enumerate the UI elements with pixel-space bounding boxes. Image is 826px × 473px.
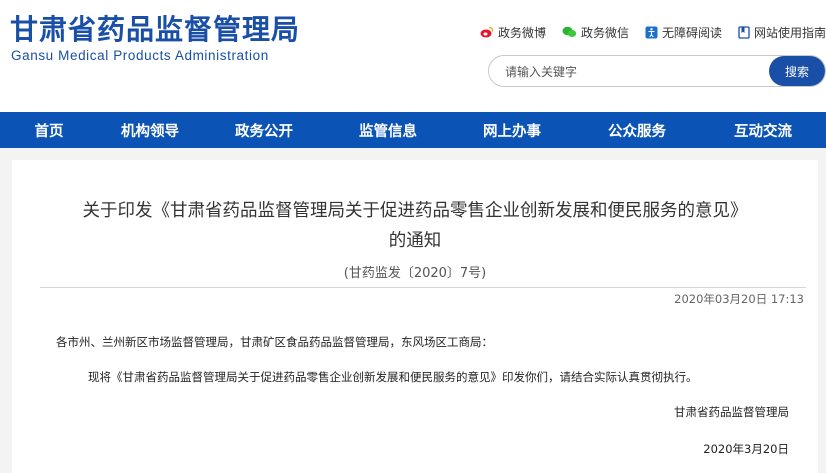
site-logo-cn[interactable]: 甘肃省药品监督管理局 <box>10 8 300 48</box>
article-title: 关于印发《甘肃省药品监督管理局关于促进药品零售企业创新发展和便民服务的意见》 的… <box>12 196 818 256</box>
salutation-text: 各市州、兰州新区市场监督管理局，甘肃矿区食品药品监督管理局，东风场区工商局： <box>56 335 493 349</box>
article-title-line2: 的通知 <box>388 231 442 251</box>
guide-link[interactable]: 网站使用指南 <box>738 24 826 41</box>
publish-time: 2020年03月20日 17:13 <box>674 292 804 306</box>
article-title-line1: 关于印发《甘肃省药品监督管理局关于促进药品零售企业创新发展和便民服务的意见》 <box>82 201 748 221</box>
nav-item-interaction[interactable]: 互动交流 <box>700 112 826 148</box>
accessibility-label: 无障碍阅读 <box>661 25 722 40</box>
nav-item-supervision-info[interactable]: 监管信息 <box>326 112 450 148</box>
nav-item-government-affairs[interactable]: 政务公开 <box>202 112 326 148</box>
site-header: 甘肃省药品监督管理局 Gansu Medical Products Admini… <box>0 0 826 112</box>
weibo-icon <box>480 26 494 38</box>
weibo-label: 政务微博 <box>497 25 546 40</box>
accessibility-icon <box>645 26 658 38</box>
nav-item-leadership[interactable]: 机构领导 <box>98 112 202 148</box>
wechat-label: 政务微信 <box>580 25 629 40</box>
main-nav: 首页 机构领导 政务公开 监管信息 网上办事 公众服务 互动交流 <box>0 112 826 148</box>
top-links: 政务微博 政务微信 无障碍阅读 网站使用指南 <box>480 22 826 42</box>
search-box: 搜索 <box>488 55 826 87</box>
title-divider <box>40 287 806 288</box>
wechat-link[interactable]: 政务微信 <box>562 24 629 41</box>
document-number: (甘药监发〔2020〕7号) <box>343 266 487 281</box>
nav-item-home[interactable]: 首页 <box>0 112 98 148</box>
signature-text: 甘肃省药品监督管理局 <box>674 405 789 419</box>
guide-icon <box>738 25 750 39</box>
sign-date-text: 2020年3月20日 <box>703 442 789 456</box>
search-button[interactable]: 搜索 <box>769 56 825 86</box>
site-logo-en[interactable]: Gansu Medical Products Administration <box>11 48 269 63</box>
wechat-icon <box>562 26 577 37</box>
nav-item-public-services[interactable]: 公众服务 <box>574 112 700 148</box>
search-input[interactable] <box>505 62 755 82</box>
body-text: 现将《甘肃省药品监督管理局关于促进药品零售企业创新发展和便民服务的意见》印发你们… <box>88 370 698 384</box>
weibo-link[interactable]: 政务微博 <box>480 24 546 41</box>
accessibility-link[interactable]: 无障碍阅读 <box>645 24 722 41</box>
nav-item-online-services[interactable]: 网上办事 <box>450 112 574 148</box>
guide-label: 网站使用指南 <box>753 25 826 40</box>
